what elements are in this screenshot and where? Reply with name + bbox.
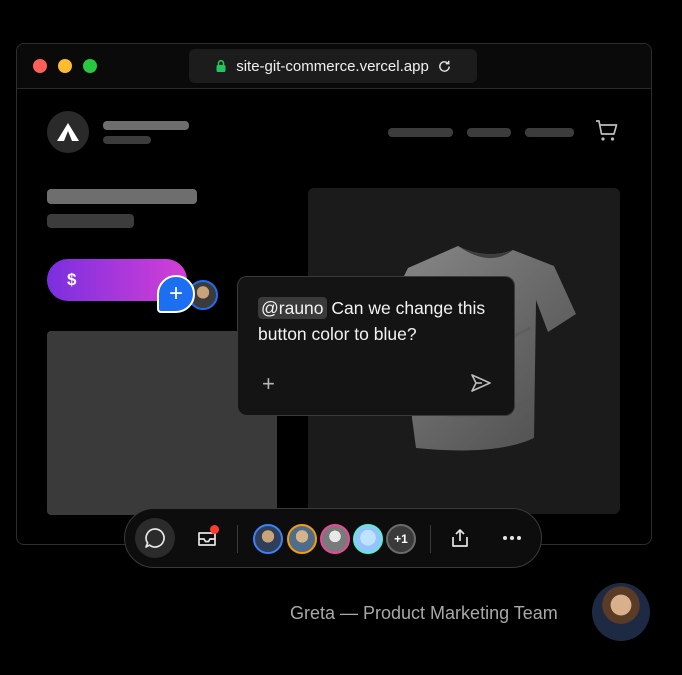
- browser-titlebar: site-git-commerce.vercel.app: [17, 44, 651, 89]
- triangle-logo-icon: [57, 123, 79, 141]
- comment-icon: [145, 528, 165, 548]
- product-title-placeholder: [47, 189, 197, 204]
- toolbar-divider: [430, 525, 431, 553]
- mention-tag[interactable]: @rauno: [258, 297, 327, 319]
- more-options-button[interactable]: [492, 518, 532, 558]
- collaborator-avatar[interactable]: [320, 524, 350, 554]
- cart-icon[interactable]: [595, 119, 619, 143]
- inbox-button[interactable]: [187, 518, 227, 558]
- nav-link-placeholder[interactable]: [388, 128, 453, 137]
- share-icon: [452, 529, 468, 547]
- comment-text[interactable]: @rauno Can we change this button color t…: [258, 295, 494, 347]
- comment-popover[interactable]: @rauno Can we change this button color t…: [237, 276, 515, 416]
- maximize-window-button[interactable]: [83, 59, 97, 73]
- person-avatar: [592, 583, 650, 641]
- product-subtitle-placeholder: [47, 214, 134, 228]
- more-icon: [503, 536, 521, 540]
- collaborator-avatar[interactable]: [353, 524, 383, 554]
- minimize-window-button[interactable]: [58, 59, 72, 73]
- comment-button[interactable]: [135, 518, 175, 558]
- notification-dot: [210, 525, 219, 534]
- price-symbol: $: [67, 270, 77, 289]
- more-collaborators-count: +1: [394, 532, 408, 546]
- more-collaborators-badge[interactable]: +1: [386, 524, 416, 554]
- share-button[interactable]: [440, 518, 480, 558]
- collaboration-toolbar: +1: [124, 508, 542, 568]
- site-tagline-placeholder: [103, 136, 151, 144]
- url-text: site-git-commerce.vercel.app: [236, 57, 429, 75]
- send-icon[interactable]: [470, 372, 492, 394]
- add-attachment-icon[interactable]: +: [262, 371, 275, 397]
- collaborator-avatar[interactable]: [287, 524, 317, 554]
- toolbar-divider: [237, 525, 238, 553]
- nav-link-placeholder[interactable]: [467, 128, 511, 137]
- add-comment-pin[interactable]: +: [157, 275, 195, 313]
- address-bar[interactable]: site-git-commerce.vercel.app: [189, 49, 477, 83]
- reload-icon[interactable]: [437, 59, 452, 74]
- plus-icon: +: [168, 280, 183, 307]
- lock-icon: [216, 59, 226, 72]
- site-logo[interactable]: [47, 111, 89, 153]
- collaborator-avatar[interactable]: [253, 524, 283, 554]
- close-window-button[interactable]: [33, 59, 47, 73]
- testimonial-caption: Greta — Product Marketing Team: [290, 603, 558, 623]
- nav-link-placeholder[interactable]: [525, 128, 574, 137]
- site-name-placeholder: [103, 121, 189, 130]
